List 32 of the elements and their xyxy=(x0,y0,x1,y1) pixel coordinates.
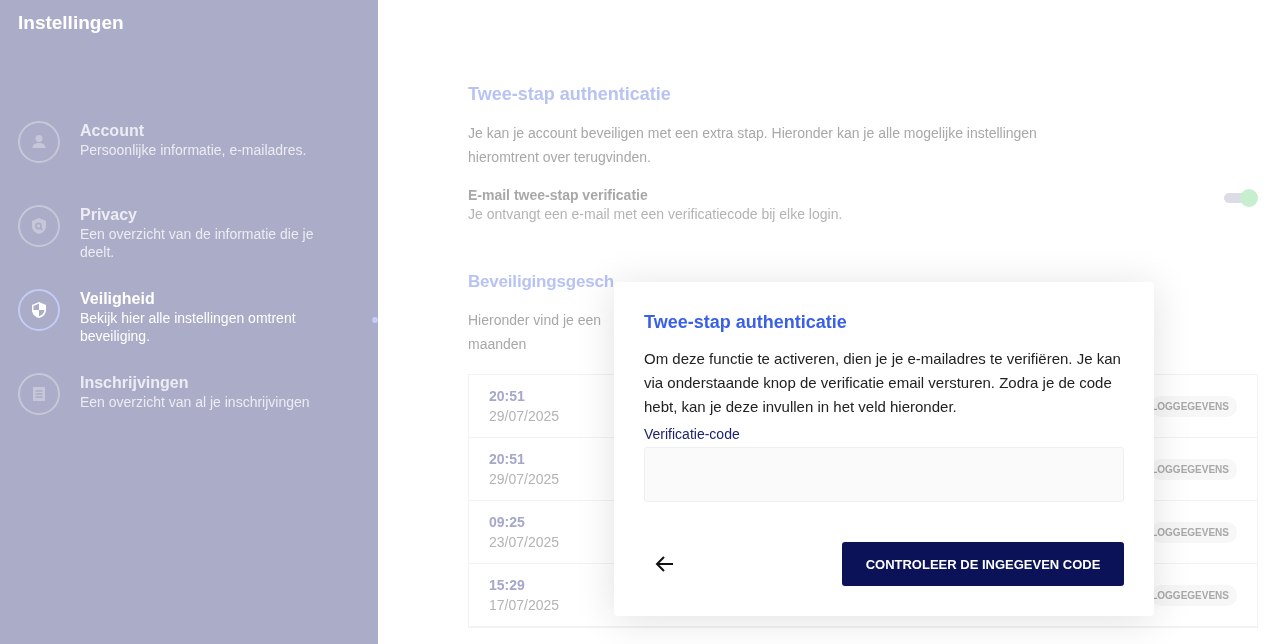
sidebar-item[interactable]: Privacy Een overzicht van de informatie die je deelt. xyxy=(18,205,360,269)
toggle-switch[interactable] xyxy=(1224,189,1258,207)
time-text: 20:51 xyxy=(489,388,526,404)
tag: LOGGEGEVENS xyxy=(1151,584,1237,606)
tag: LOGGEGEVENS xyxy=(1151,521,1237,543)
time-text: 15:29 xyxy=(489,577,526,593)
sidebar-item[interactable]: Inschrijvingen Een overzicht van al je inschrijvingen xyxy=(18,373,360,437)
section-heading: Twee-stap authenticatie xyxy=(468,84,671,105)
time-text: 09:25 xyxy=(489,514,526,530)
date-text: 29/07/2025 xyxy=(489,408,561,424)
section-description: Hieronder vind je een xyxy=(468,311,602,330)
dialog-title: Twee-stap authenticatie xyxy=(644,312,847,333)
tag: LOGGEGEVENS xyxy=(1151,395,1237,417)
sidebar-title: Instellingen xyxy=(18,12,125,34)
time-text: 20:51 xyxy=(489,451,526,467)
date-text: 23/07/2025 xyxy=(489,534,561,550)
section-description: Je kan je account beveiligen met een extra stap. Hieronder kan je alle mogelijke instellingen hieromtrent over terugvinden. xyxy=(468,124,1038,167)
indicator-dot xyxy=(372,317,378,323)
submit-button[interactable]: CONTROLEER DE INGEGEVEN CODE xyxy=(842,542,1124,586)
setting-description: Je ontvangt een e-mail met een verificatiecode bij elke login. xyxy=(468,206,843,222)
tag: LOGGEGEVENS xyxy=(1151,458,1237,480)
sidebar-item[interactable]: Veiligheid Bekijk hier alle instellingen omtrent beveiliging. xyxy=(18,289,360,353)
setting-label: E-mail twee-stap verificatie xyxy=(468,187,649,203)
section-heading: Beveiligingsgesch xyxy=(468,272,614,292)
date-text: 17/07/2025 xyxy=(489,597,561,613)
section-description: maanden xyxy=(468,335,527,354)
field-label: Verificatie-code xyxy=(644,426,740,442)
sidebar-item[interactable]: Account Persoonlijke informatie, e-mailadres. xyxy=(18,121,360,185)
dialog-text: Om deze functie te activeren, dien je je e-mailadres te verifiëren. Je kan via onderstaande knop de verificatie email versturen. Zodra je de code hebt, kan je deze invullen in het veld hieronder. xyxy=(644,349,1122,417)
shield-icon xyxy=(29,300,49,320)
date-text: 29/07/2025 xyxy=(489,471,561,487)
shield-search-icon xyxy=(29,216,49,236)
